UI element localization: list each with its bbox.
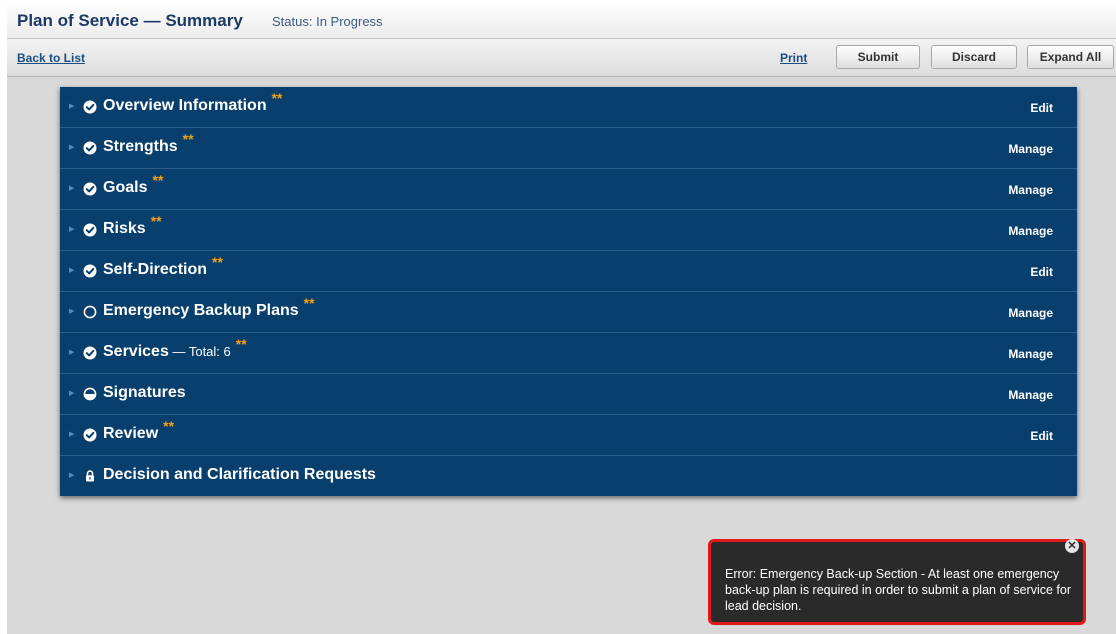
section-manage-link[interactable]: Manage xyxy=(1008,347,1053,361)
expand-arrow-icon[interactable]: ▶ xyxy=(69,225,74,233)
expand-arrow-icon[interactable]: ▶ xyxy=(69,348,74,356)
section-title: Risks xyxy=(103,220,146,237)
section-label: Signatures xyxy=(103,384,186,402)
section-title: Self-Direction xyxy=(103,261,208,278)
section-label: Goals ** xyxy=(103,172,163,197)
section-label: Self-Direction ** xyxy=(103,254,223,279)
empty-circle-icon xyxy=(83,305,97,319)
required-stars: ** xyxy=(152,172,164,188)
check-circle-icon xyxy=(83,223,97,237)
discard-button[interactable]: Discard xyxy=(931,45,1017,69)
section-row[interactable]: ▶ Self-Direction ** Edit xyxy=(60,251,1077,292)
section-label: Overview Information ** xyxy=(103,90,283,115)
section-edit-link[interactable]: Edit xyxy=(1030,101,1053,115)
section-title: Overview Information xyxy=(103,97,267,114)
required-stars: ** xyxy=(235,336,247,352)
required-stars: ** xyxy=(271,90,283,106)
section-label: Risks ** xyxy=(103,213,162,238)
error-toast: ✕ Error: Emergency Back-up Section - At … xyxy=(708,539,1086,625)
section-manage-link[interactable]: Manage xyxy=(1008,224,1053,238)
section-title: Emergency Backup Plans xyxy=(103,302,299,319)
check-circle-icon xyxy=(83,428,97,442)
section-title: Goals xyxy=(103,179,148,196)
print-link[interactable]: Print xyxy=(780,51,807,65)
section-manage-link[interactable]: Manage xyxy=(1008,183,1053,197)
sections-panel: ▶ Overview Information ** Edit ▶ Strengths ** M… xyxy=(60,87,1077,496)
section-label: Review ** xyxy=(103,418,174,443)
expand-arrow-icon[interactable]: ▶ xyxy=(69,471,74,479)
section-row[interactable]: ▶ Signatures Manage xyxy=(60,374,1077,415)
section-row[interactable]: ▶ Risks ** Manage xyxy=(60,210,1077,251)
status-text: Status: In Progress xyxy=(272,14,383,29)
error-message: Error: Emergency Back-up Section - At le… xyxy=(725,567,1072,613)
half-circle-icon xyxy=(83,387,97,401)
section-row[interactable]: ▶ Overview Information ** Edit xyxy=(60,87,1077,128)
check-circle-icon xyxy=(83,264,97,278)
expand-arrow-icon[interactable]: ▶ xyxy=(69,102,74,110)
check-circle-icon xyxy=(83,141,97,155)
section-title: Review xyxy=(103,425,159,442)
toolbar: Back to List Print Submit Discard Expand… xyxy=(7,39,1116,77)
required-stars: ** xyxy=(163,418,175,434)
check-circle-icon xyxy=(83,346,97,360)
section-row[interactable]: ▶ Decision and Clarification Requests xyxy=(60,456,1077,496)
required-stars: ** xyxy=(303,295,315,311)
section-row[interactable]: ▶ Review ** Edit xyxy=(60,415,1077,456)
section-manage-link[interactable]: Manage xyxy=(1008,142,1053,156)
section-title: Services xyxy=(103,343,169,360)
expand-arrow-icon[interactable]: ▶ xyxy=(69,389,74,397)
back-to-list-link[interactable]: Back to List xyxy=(17,51,85,65)
section-row[interactable]: ▶ Goals ** Manage xyxy=(60,169,1077,210)
expand-arrow-icon[interactable]: ▶ xyxy=(69,184,74,192)
section-manage-link[interactable]: Manage xyxy=(1008,388,1053,402)
section-edit-link[interactable]: Edit xyxy=(1030,429,1053,443)
expand-arrow-icon[interactable]: ▶ xyxy=(69,430,74,438)
section-label: Emergency Backup Plans ** xyxy=(103,295,315,320)
section-subtitle: — Total: 6 xyxy=(168,344,231,359)
section-title: Strengths xyxy=(103,138,178,155)
page-left-edge xyxy=(0,0,7,634)
lock-icon xyxy=(83,469,97,483)
expand-arrow-icon[interactable]: ▶ xyxy=(69,307,74,315)
required-stars: ** xyxy=(182,131,194,147)
expand-arrow-icon[interactable]: ▶ xyxy=(69,266,74,274)
required-stars: ** xyxy=(212,254,223,270)
section-manage-link[interactable]: Manage xyxy=(1008,306,1053,320)
close-icon[interactable]: ✕ xyxy=(1065,539,1079,553)
section-label: Strengths ** xyxy=(103,131,194,156)
section-title: Signatures xyxy=(103,384,186,401)
section-title: Decision and Clarification Requests xyxy=(103,466,376,483)
check-circle-icon xyxy=(83,100,97,114)
expand-arrow-icon[interactable]: ▶ xyxy=(69,143,74,151)
section-row[interactable]: ▶ Emergency Backup Plans ** Manage xyxy=(60,292,1077,333)
page-title: Plan of Service — Summary xyxy=(17,11,243,30)
title-bar: Plan of Service — Summary Status: In Pro… xyxy=(7,0,1116,39)
section-label: Services — Total: 6 ** xyxy=(103,336,247,361)
section-row[interactable]: ▶ Services — Total: 6 ** Manage xyxy=(60,333,1077,374)
required-stars: ** xyxy=(150,213,162,229)
section-row[interactable]: ▶ Strengths ** Manage xyxy=(60,128,1077,169)
section-edit-link[interactable]: Edit xyxy=(1030,265,1053,279)
check-circle-icon xyxy=(83,182,97,196)
section-label: Decision and Clarification Requests xyxy=(103,466,376,484)
submit-button[interactable]: Submit xyxy=(836,45,920,69)
expand-all-button[interactable]: Expand All xyxy=(1027,45,1114,69)
